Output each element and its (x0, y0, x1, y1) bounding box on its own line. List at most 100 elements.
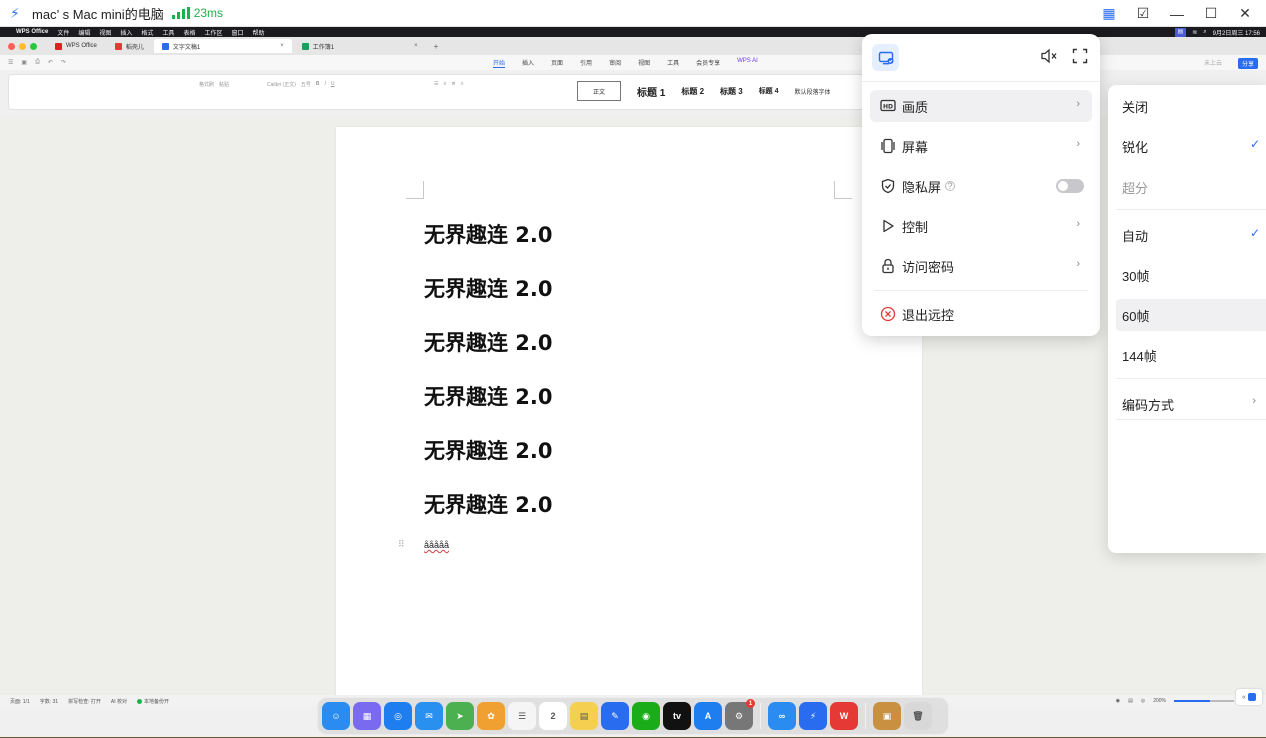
italic-icon[interactable]: I (325, 81, 326, 88)
menubar-app-name[interactable]: WPS Office (16, 29, 48, 35)
dock-app-maps[interactable]: ➤ (446, 702, 474, 730)
ribbon-tab-ai[interactable]: WPS AI (737, 58, 758, 68)
fullscreen-icon[interactable] (1072, 48, 1088, 69)
cloud-status[interactable]: 未上云 (1204, 58, 1222, 67)
style-default-font[interactable]: 默认段落字体 (795, 87, 831, 96)
backup-status[interactable]: 本地备份开 (136, 698, 169, 705)
menubar-item[interactable]: 工作区 (204, 28, 222, 37)
search-icon[interactable]: ⌕ (1203, 29, 1206, 36)
help-icon[interactable]: ? (945, 181, 956, 191)
menubar-item[interactable]: 工具 (162, 28, 174, 37)
dock-app-safari[interactable]: ◎ (384, 702, 412, 730)
minimize-icon[interactable]: — (1164, 1, 1190, 27)
bullet-list-icon[interactable]: ☰ (434, 81, 438, 87)
tab-docer[interactable]: 稻壳儿 (107, 39, 152, 53)
eye-icon[interactable]: ◉ (1116, 698, 1120, 704)
style-heading-1[interactable]: 标题 1 (637, 84, 665, 99)
dock-app-finder[interactable]: ☺ (322, 702, 350, 730)
paste-button[interactable]: 粘贴 (219, 81, 229, 88)
exit-remote-button[interactable]: 退出远控 (870, 298, 1092, 330)
document-paragraph[interactable]: ååååå (424, 540, 449, 550)
wifi-icon[interactable]: ≋ (1192, 29, 1197, 36)
ribbon-tab-view[interactable]: 视图 (638, 58, 650, 68)
maximize-icon[interactable]: ☐ (1198, 1, 1224, 27)
ribbon-tab-tools[interactable]: 工具 (667, 58, 679, 68)
dock-app-settings[interactable]: ⚙ 1 (725, 699, 755, 730)
zoom-value[interactable]: 200% (1153, 698, 1166, 704)
ai-proofread[interactable]: AI 校对 (111, 698, 127, 705)
word-count[interactable]: 字数: 31 (40, 698, 58, 705)
dock-app-reminders[interactable]: ☰ (508, 702, 536, 730)
style-heading-4[interactable]: 标题 4 (759, 86, 779, 96)
panel-item-screen[interactable]: 屏幕 › (870, 130, 1092, 162)
dock-app-downloads[interactable]: ▣ (873, 702, 901, 730)
menubar-item[interactable]: 窗口 (231, 28, 243, 37)
menubar-item[interactable]: 帮助 (252, 28, 264, 37)
dock-app-photos[interactable]: ✿ (477, 702, 505, 730)
ribbon-tab-member[interactable]: 会员专享 (696, 58, 720, 68)
menubar-clock[interactable]: 9月2日周三 17:56 (1213, 28, 1260, 37)
save-icon[interactable]: ▣ (21, 59, 27, 66)
align-left-icon[interactable]: ≣ (451, 81, 455, 87)
close-dot[interactable] (8, 42, 15, 50)
font-name-select[interactable]: Calibri (正文) (267, 81, 296, 88)
tab-document[interactable]: 文字文稿1 × (153, 39, 292, 53)
style-heading-2[interactable]: 标题 2 (681, 86, 704, 97)
numbered-list-icon[interactable]: ≡ (443, 81, 446, 87)
menu-icon[interactable]: ☰ (8, 59, 13, 66)
dock-app-appstore[interactable]: A (694, 702, 722, 730)
option-sharpen[interactable]: 锐化 ✓ (1116, 130, 1266, 162)
dock-app-appletv[interactable]: tv (663, 702, 691, 730)
new-tab-icon[interactable]: + (434, 42, 439, 51)
share-button[interactable]: 分享 (1237, 58, 1258, 69)
ribbon-tab-review[interactable]: 审阅 (609, 58, 621, 68)
panel-item-control[interactable]: 控制 › (870, 210, 1092, 242)
tab-close-icon[interactable]: × (280, 43, 284, 49)
option-encoding[interactable]: 编码方式 › (1116, 388, 1266, 420)
undo-icon[interactable]: ↶ (48, 59, 53, 66)
tab-close-icon[interactable]: × (414, 43, 418, 49)
page-view-icon[interactable]: ▤ (1128, 698, 1133, 704)
document-heading[interactable]: 无界趣连 2.0 (424, 327, 553, 357)
side-panel-toggle[interactable]: « (1236, 689, 1262, 705)
mute-icon[interactable] (1040, 48, 1058, 69)
dock-app-baidu-netdisk[interactable]: ∞ (768, 702, 796, 730)
option-30fps[interactable]: 30帧 (1116, 259, 1266, 291)
option-144fps[interactable]: 144帧 (1116, 339, 1266, 371)
dock-app-wps[interactable]: W (830, 702, 858, 730)
minimize-dot[interactable] (19, 42, 26, 50)
grid-icon[interactable]: ▦ (1096, 1, 1122, 27)
menubar-item[interactable]: 编辑 (78, 28, 90, 37)
privacy-toggle[interactable] (1056, 179, 1084, 193)
tab-wps-office[interactable]: WPS Office (47, 39, 105, 53)
document-heading[interactable]: 无界趣连 2.0 (424, 219, 553, 249)
spellcheck-status[interactable]: 拼写检查: 打开 (68, 698, 101, 705)
style-heading-3[interactable]: 标题 3 (720, 86, 743, 97)
clipboard-icon[interactable]: ☑ (1130, 1, 1156, 27)
dock-app-mail[interactable]: ✉ (415, 702, 443, 730)
menubar-item[interactable]: 插入 (120, 28, 132, 37)
dock-app-wujie-qulian[interactable]: ⚡ (799, 702, 827, 730)
ribbon-tab-page[interactable]: 页面 (551, 58, 563, 68)
option-off[interactable]: 关闭 (1116, 90, 1266, 122)
font-size-select[interactable]: 五号 (301, 81, 311, 88)
ribbon-tab-references[interactable]: 引用 (580, 58, 592, 68)
document-heading[interactable]: 无界趣连 2.0 (424, 381, 553, 411)
dock-app-notes[interactable]: ▤ (570, 702, 598, 730)
tab-workbook[interactable]: 工作簿1 × (294, 39, 426, 53)
zoom-slider[interactable] (1174, 700, 1234, 702)
align-center-icon[interactable]: ≡ (461, 81, 464, 87)
bold-icon[interactable]: B (316, 81, 320, 88)
document-heading[interactable]: 无界趣连 2.0 (424, 273, 553, 303)
print-icon[interactable]: ⎙ (35, 59, 40, 66)
underline-icon[interactable]: U (331, 81, 335, 88)
ribbon-tab-insert[interactable]: 插入 (522, 58, 534, 68)
ribbon-tab-home[interactable]: 开始 (493, 58, 506, 68)
option-60fps[interactable]: 60帧 (1116, 299, 1266, 331)
redo-icon[interactable]: ↷ (61, 59, 66, 66)
document-page[interactable]: 无界趣连 2.0 无界趣连 2.0 无界趣连 2.0 无界趣连 2.0 无界趣连… (336, 127, 922, 697)
menubar-item[interactable]: 格式 (141, 28, 153, 37)
remote-control-icon[interactable] (872, 44, 899, 71)
dock-app-freeform[interactable]: ✎ (601, 702, 629, 730)
drag-handle-icon[interactable]: ⠿ (398, 539, 405, 550)
